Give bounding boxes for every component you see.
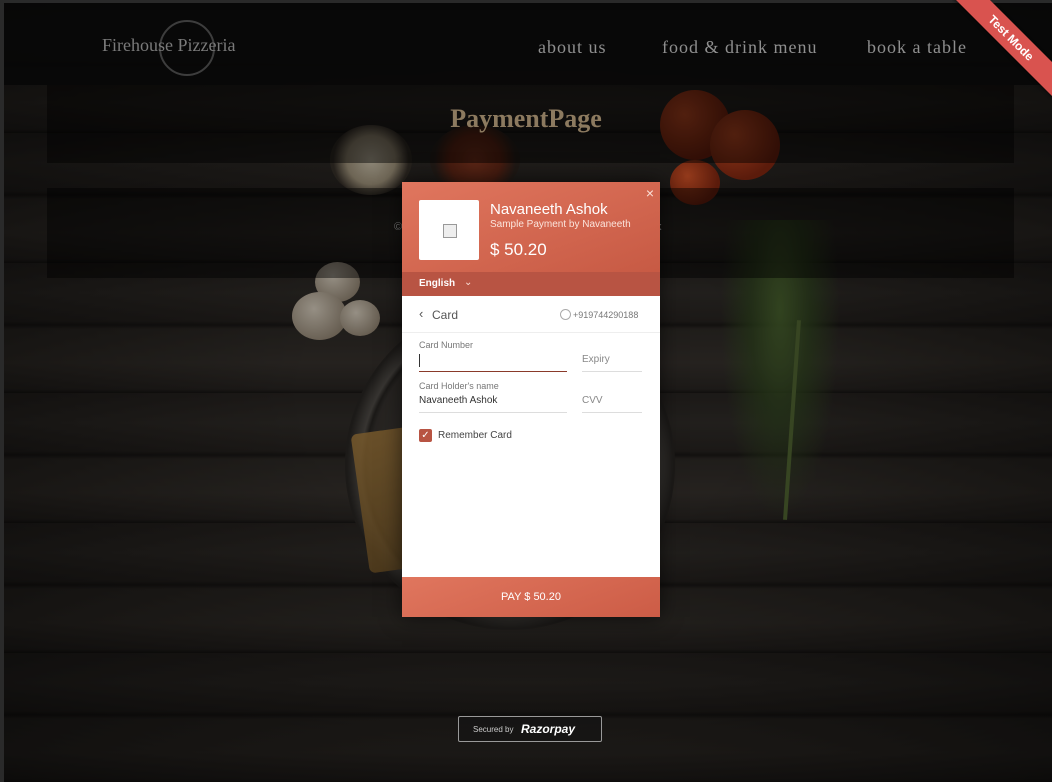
checkout-modal: × Navaneeth Ashok Sample Payment by Nava…	[402, 182, 660, 617]
close-icon[interactable]: ×	[646, 185, 654, 201]
site-navbar: Firehouse Pizzeria about us food & drink…	[4, 3, 1052, 85]
card-holder-underline	[419, 412, 567, 413]
secured-by-badge[interactable]: Secured by Razorpay	[458, 716, 602, 742]
language-label[interactable]: English	[419, 278, 455, 289]
band-text-left: ©	[394, 221, 403, 233]
cvv-input[interactable]: CVV	[582, 395, 603, 406]
text-cursor	[419, 354, 420, 367]
expiry-underline	[582, 371, 642, 372]
expiry-input[interactable]: Expiry	[582, 354, 610, 365]
language-selector[interactable]: English ⌄	[402, 272, 660, 296]
payment-description: Sample Payment by Navaneeth	[490, 219, 631, 230]
payment-method-row: ‹ Card +919744290188	[402, 296, 660, 333]
merchant-logo	[419, 200, 479, 260]
nav-food-drink-menu[interactable]: food & drink menu	[662, 37, 817, 58]
site-logo[interactable]: Firehouse Pizzeria	[102, 35, 235, 56]
card-number-underline	[419, 371, 567, 372]
card-holder-label: Card Holder's name	[419, 381, 499, 391]
pay-button[interactable]: PAY $ 50.20	[402, 577, 660, 617]
cvv-underline	[582, 412, 642, 413]
chevron-down-icon[interactable]: ⌄	[464, 277, 472, 288]
payment-amount: $ 50.20	[490, 240, 547, 259]
card-number-label: Card Number	[419, 340, 474, 350]
remember-card-checkbox[interactable]: ✓	[419, 429, 432, 442]
secured-by-label: Secured by	[473, 725, 514, 734]
card-number-input[interactable]	[419, 355, 567, 369]
payment-method-label[interactable]: Card	[432, 308, 458, 322]
card-holder-input[interactable]: Navaneeth Ashok	[419, 395, 497, 406]
contact-number[interactable]: +919744290188	[573, 310, 638, 320]
back-arrow-icon[interactable]: ‹	[419, 306, 423, 321]
checkout-header: × Navaneeth Ashok Sample Payment by Nava…	[402, 182, 660, 272]
remember-card-label[interactable]: Remember Card	[438, 430, 512, 441]
page-title: PaymentPage	[450, 104, 602, 133]
merchant-name: Navaneeth Ashok	[490, 201, 608, 218]
user-icon	[560, 309, 571, 320]
broken-image-icon	[443, 224, 457, 238]
razorpay-logo: Razorpay	[521, 722, 576, 736]
nav-about-us[interactable]: about us	[538, 37, 607, 58]
